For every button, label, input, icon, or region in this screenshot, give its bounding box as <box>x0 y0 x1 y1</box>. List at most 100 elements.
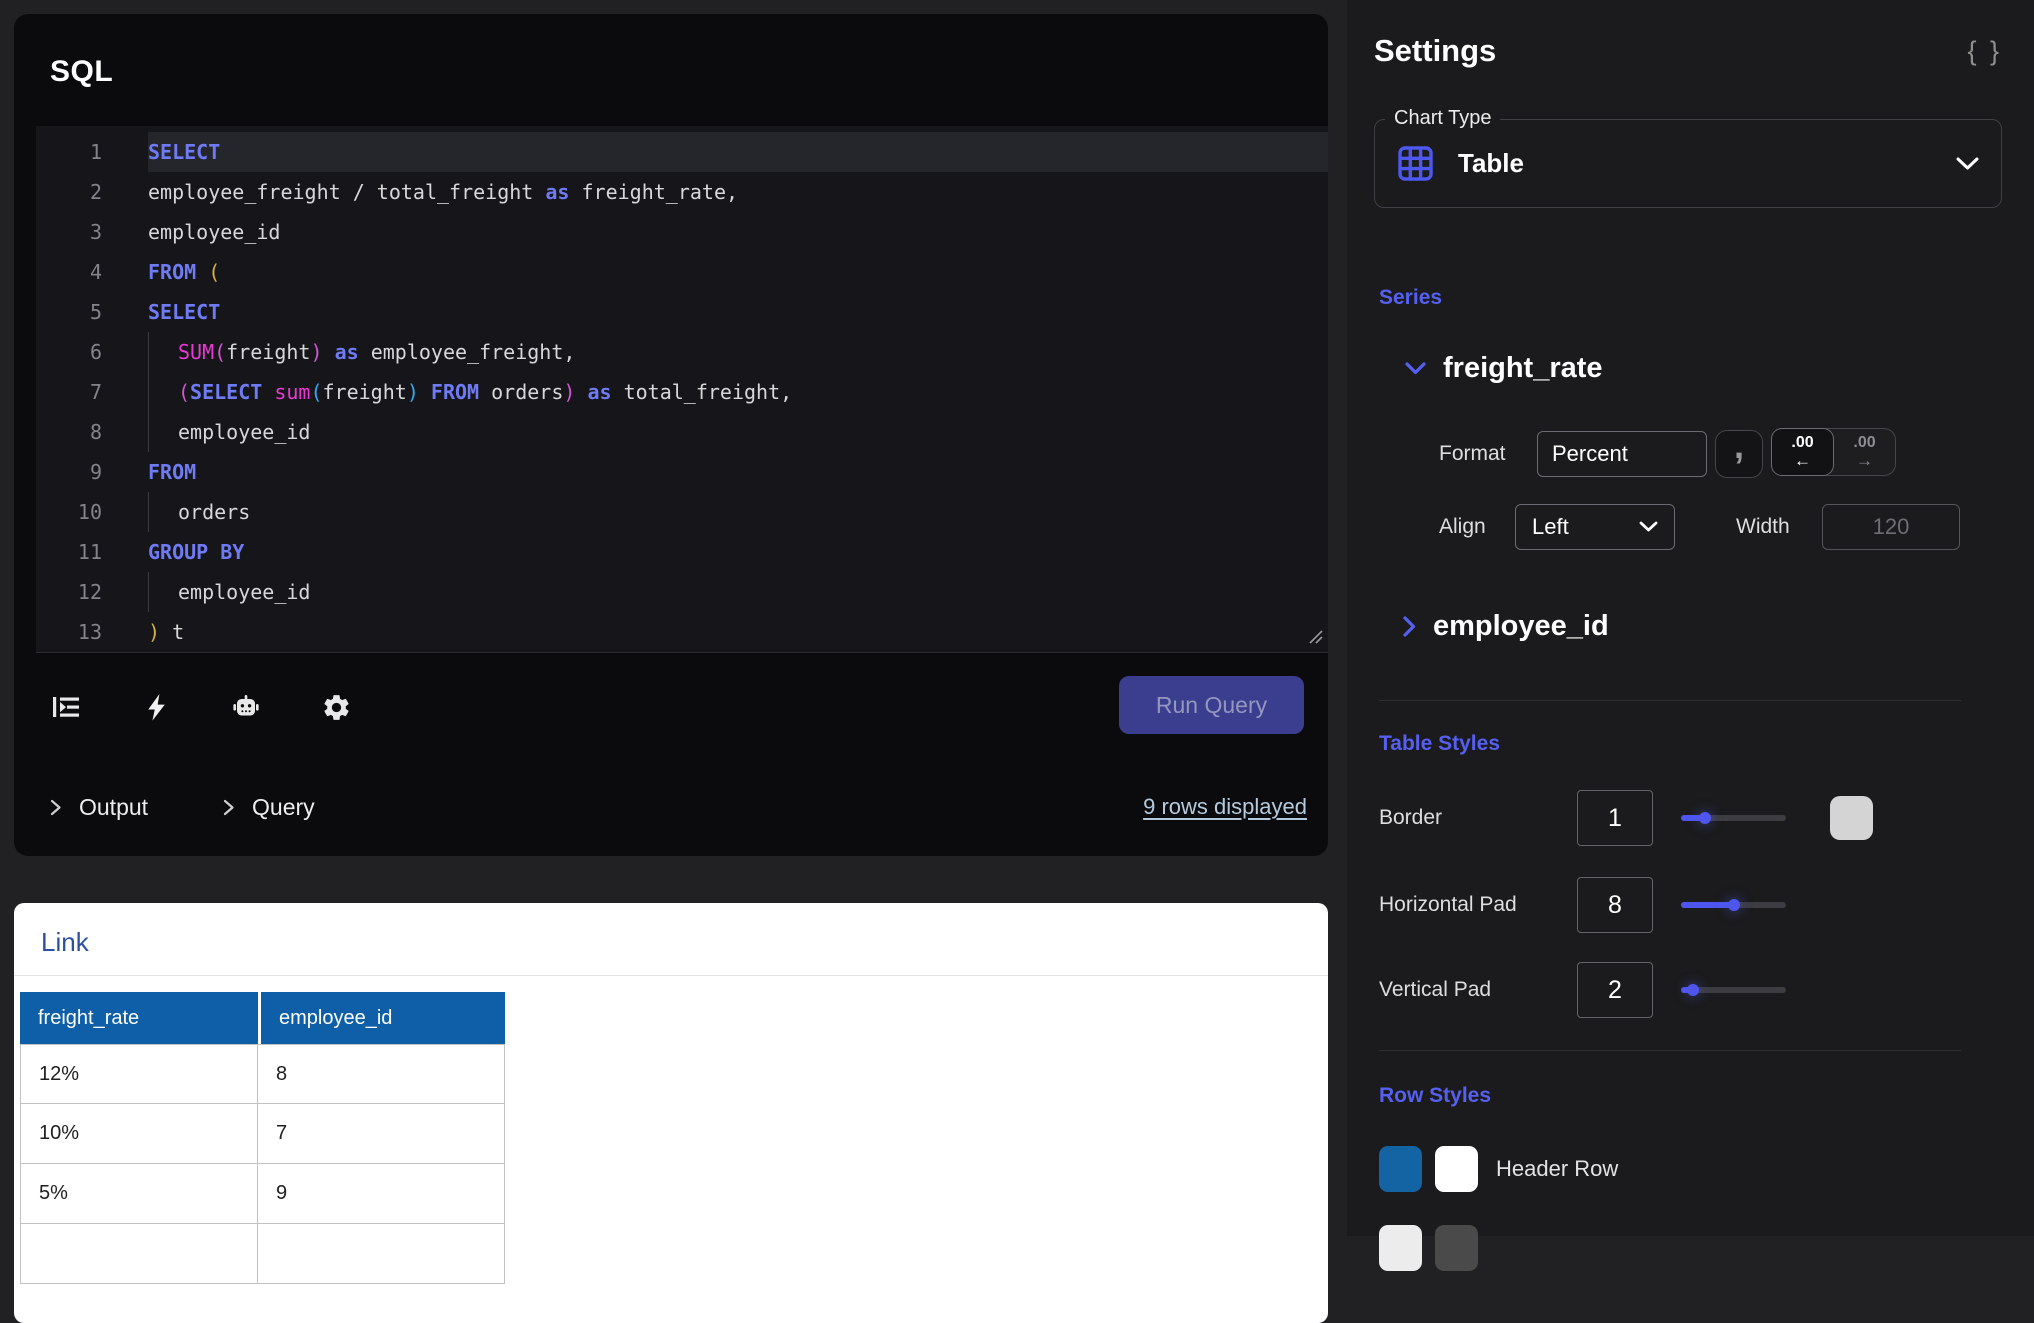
slider-thumb[interactable] <box>1699 812 1711 824</box>
table-row <box>20 1224 505 1284</box>
increase-decimal-button[interactable]: .00 → <box>1834 429 1895 475</box>
chevron-down-icon <box>1405 362 1426 375</box>
arrow-left-icon: ← <box>1794 452 1811 469</box>
code-line[interactable]: 2employee_freight / total_freight as fre… <box>36 172 1328 212</box>
chart-type-dropdown[interactable]: Chart Type Table <box>1374 119 2002 208</box>
format-input[interactable] <box>1537 431 1707 477</box>
table-cell: 5% <box>20 1164 258 1224</box>
thousands-separator-button[interactable]: , <box>1715 430 1763 478</box>
code-text: SELECT <box>148 132 1328 172</box>
table-cell <box>258 1224 505 1284</box>
code-text: SUM(freight) as employee_freight, <box>148 332 1328 372</box>
row-bg-swatch[interactable] <box>1379 1225 1422 1271</box>
settings-panel: Settings { } Chart Type Table Series fre… <box>1347 0 2034 1236</box>
query-section-toggle[interactable]: Query <box>222 794 315 821</box>
chevron-down-icon <box>1639 521 1658 533</box>
code-line[interactable]: 12employee_id <box>36 572 1328 612</box>
code-editor[interactable]: 1SELECT2employee_freight / total_freight… <box>36 126 1328 653</box>
series-item-freight-rate[interactable]: freight_rate <box>1405 352 1603 385</box>
run-query-button[interactable]: Run Query <box>1119 676 1304 734</box>
decrease-decimal-button[interactable]: .00 ← <box>1771 428 1834 476</box>
vertical-pad-control-row: Vertical Pad <box>1347 961 2034 1019</box>
chevron-right-icon <box>49 798 62 817</box>
table-row: 10%7 <box>20 1104 505 1164</box>
code-braces-icon[interactable]: { } <box>1967 36 2002 67</box>
chart-type-value: Table <box>1458 148 1524 179</box>
code-text: FROM ( <box>148 252 1328 292</box>
align-select[interactable]: Left <box>1515 504 1675 550</box>
line-number: 2 <box>36 172 148 212</box>
line-number: 5 <box>36 292 148 332</box>
align-label: Align <box>1439 504 1486 550</box>
table-cell: 9 <box>258 1164 505 1224</box>
format-label: Format <box>1439 430 1506 478</box>
horizontal-pad-slider[interactable] <box>1681 902 1786 908</box>
table-cell: 7 <box>258 1104 505 1164</box>
line-number: 13 <box>36 612 148 652</box>
resize-handle-icon[interactable] <box>1306 625 1323 649</box>
code-text: FROM <box>148 452 1328 492</box>
code-line[interactable]: 9FROM <box>36 452 1328 492</box>
slider-thumb[interactable] <box>1728 899 1740 911</box>
link-result-card: Link freight_rateemployee_id 12%810%75%9 <box>14 903 1328 1323</box>
chart-type-label: Chart Type <box>1385 107 1500 130</box>
code-line[interactable]: 3employee_id <box>36 212 1328 252</box>
code-line[interactable]: 10orders <box>36 492 1328 532</box>
code-text: employee_freight / total_freight as frei… <box>148 172 1328 212</box>
code-line[interactable]: 11GROUP BY <box>36 532 1328 572</box>
vertical-pad-slider[interactable] <box>1681 987 1786 993</box>
table-row: 12%8 <box>20 1044 505 1104</box>
line-number: 9 <box>36 452 148 492</box>
header-row-bg-swatch[interactable] <box>1379 1146 1422 1192</box>
width-label: Width <box>1736 504 1790 550</box>
section-divider <box>1379 1050 1961 1051</box>
code-line[interactable]: 8employee_id <box>36 412 1328 452</box>
code-line[interactable]: 5SELECT <box>36 292 1328 332</box>
rows-displayed-status[interactable]: 9 rows displayed <box>1143 794 1307 820</box>
chevron-right-icon <box>222 798 235 817</box>
line-number: 11 <box>36 532 148 572</box>
horizontal-pad-input[interactable] <box>1577 877 1653 933</box>
border-color-swatch[interactable] <box>1830 796 1873 840</box>
row-text-swatch[interactable] <box>1435 1225 1478 1271</box>
code-line[interactable]: 7(SELECT sum(freight) FROM orders) as to… <box>36 372 1328 412</box>
line-number: 7 <box>36 372 148 412</box>
lightning-icon[interactable] <box>140 691 172 723</box>
card-title[interactable]: Link <box>41 927 89 958</box>
series-item-employee-id[interactable]: employee_id <box>1403 610 1609 643</box>
indent-guide <box>148 412 178 452</box>
robot-icon[interactable] <box>230 691 262 723</box>
indent-guide <box>148 372 178 412</box>
query-label: Query <box>252 794 315 821</box>
column-header: freight_rate <box>20 992 258 1044</box>
code-text: employee_id <box>148 572 1328 612</box>
code-line[interactable]: 6SUM(freight) as employee_freight, <box>36 332 1328 372</box>
code-text: ) t <box>148 612 1328 652</box>
output-section-toggle[interactable]: Output <box>49 794 148 821</box>
border-width-input[interactable] <box>1577 790 1653 846</box>
code-line[interactable]: 1SELECT <box>36 132 1328 172</box>
border-control-row: Border <box>1347 789 2034 847</box>
editor-toolbar <box>50 662 410 752</box>
format-code-icon[interactable] <box>50 691 82 723</box>
width-input[interactable] <box>1822 504 1960 550</box>
line-number: 4 <box>36 252 148 292</box>
code-line[interactable]: 13) t <box>36 612 1328 652</box>
column-header: employee_id <box>258 992 505 1044</box>
decimal-places-segmented-control: .00 ← .00 → <box>1771 428 1896 476</box>
series-name: freight_rate <box>1443 352 1603 385</box>
horizontal-pad-control-row: Horizontal Pad <box>1347 876 2034 934</box>
gear-icon[interactable] <box>320 691 352 723</box>
header-row-text-swatch[interactable] <box>1435 1146 1478 1192</box>
slider-thumb[interactable] <box>1687 984 1699 996</box>
vertical-pad-input[interactable] <box>1577 962 1653 1018</box>
indent-guide <box>148 332 178 372</box>
table-cell: 12% <box>20 1044 258 1104</box>
table-styles-section-label: Table Styles <box>1379 732 1500 756</box>
table-cell: 10% <box>20 1104 258 1164</box>
table-grid-icon <box>1397 145 1434 182</box>
code-line[interactable]: 4FROM ( <box>36 252 1328 292</box>
line-number: 10 <box>36 492 148 532</box>
code-text: SELECT <box>148 292 1328 332</box>
border-width-slider[interactable] <box>1681 815 1786 821</box>
